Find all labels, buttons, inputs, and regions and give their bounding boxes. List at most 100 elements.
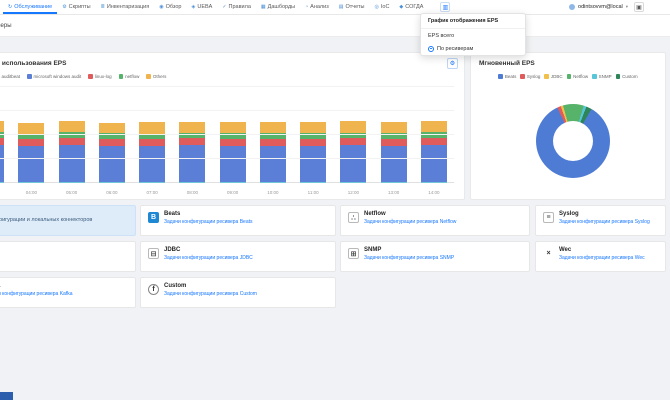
legend-swatch — [615, 74, 621, 79]
legend-item[interactable]: microsoft windows audit — [27, 74, 81, 79]
nav-item-label: Скрипты — [68, 4, 91, 10]
receiver-config-link[interactable]: Задачи конфигурации ресивера JDBC — [164, 255, 329, 261]
bar-segment — [98, 122, 125, 134]
nav-item-inventory[interactable]: ≣ Инвентаризация — [96, 0, 155, 14]
legend-swatch — [146, 74, 151, 79]
legend-swatch — [592, 74, 597, 79]
x-tick-label: 03:00 — [0, 190, 11, 195]
receiver-config-link[interactable]: Задачи конфигурации ресивера Netflow — [364, 219, 523, 225]
legend-item[interactable]: Beats — [498, 74, 516, 79]
legend-item[interactable]: Others — [146, 74, 166, 79]
nav-item-analysis[interactable]: ◔ Анализ — [300, 0, 334, 14]
legend-label: Beats — [504, 74, 517, 79]
nav-item-label: UEBA — [197, 4, 213, 10]
stacked-bars — [0, 89, 454, 183]
page-tab-bar: Ресиверы — [0, 15, 670, 37]
bar-segment — [0, 145, 5, 183]
nav-item-ioc[interactable]: ◎ IoC — [369, 0, 394, 14]
legend-item[interactable]: Custom — [615, 74, 638, 79]
bar-segment — [58, 121, 85, 133]
gridline — [0, 158, 454, 159]
receiver-config-link[interactable]: Задачи конфигурации ресивера Syslog — [559, 219, 659, 225]
receiver-card-custom: f Custom Задачи конфигурации ресивера Cust… — [140, 277, 336, 308]
stacked-bar — [98, 122, 125, 183]
dropdown-title: График отображения EPS — [421, 14, 525, 29]
legend-item[interactable]: SNMP — [592, 74, 612, 79]
legend-label: Others — [152, 74, 167, 79]
legend-label: netflow — [125, 74, 140, 79]
x-tick-label: 12:00 — [347, 190, 359, 195]
stacked-bar — [18, 122, 45, 183]
nav-item-scripts[interactable]: ⚙ Скрипты — [57, 0, 95, 14]
bar-segment — [18, 122, 45, 134]
nav-item-rules[interactable]: ✓ Правила — [217, 0, 256, 14]
receiver-card-local-connectors[interactable]: Задачи конфигурации и локальных коннекто… — [0, 205, 136, 236]
dropdown-option-eps-by-receivers[interactable]: По ресиверам — [421, 42, 525, 55]
receiver-card-title: SNMP — [364, 247, 382, 253]
bar-segment — [219, 145, 246, 183]
nav-item-dashboards[interactable]: ▦ Дашборды — [256, 0, 300, 14]
legend-label: Syslog — [526, 74, 541, 79]
top-nav-items: ↻ Обслуживание ⚙ Скрипты ≣ Инвентаризация ◉ Обз… — [3, 0, 428, 14]
user-menu[interactable]: odintsovvm@local ▾ — [569, 0, 628, 14]
legend-label: SNMP — [598, 74, 612, 79]
app-panel-icon[interactable]: ▣ — [634, 2, 644, 12]
user-avatar-icon — [569, 4, 576, 10]
nav-item-label: Анализ — [310, 4, 329, 10]
legend-item[interactable]: elastic auditbeat — [0, 74, 20, 79]
receiver-config-link[interactable]: Задачи конфигурации ресивера SNMP — [364, 255, 523, 261]
stacked-bar — [179, 121, 206, 183]
chart-settings-gear-icon[interactable]: ⚙ — [447, 58, 458, 69]
receiver-config-link[interactable]: Задачи конфигурации ресивера Custom — [164, 291, 329, 297]
receiver-card-cut-left — [0, 241, 136, 272]
legend-item[interactable]: netflow — [118, 74, 140, 79]
receiver-config-link[interactable]: Задачи конфигурации ресивера Kafka — [0, 291, 129, 297]
bar-segment — [259, 145, 286, 183]
dropdown-option-eps-total[interactable]: EPS всего — [421, 29, 525, 42]
bar-slot — [293, 89, 333, 183]
bar-segment — [380, 122, 407, 134]
receiver-card-title: Kafka — [0, 283, 129, 289]
eps-donut-chart — [536, 104, 610, 178]
bar-segment — [18, 146, 45, 183]
nav-item-overview[interactable]: ◉ Обзор — [154, 0, 186, 14]
receiver-config-link[interactable]: Задачи конфигурации ресивера Beats — [164, 219, 329, 225]
instant-eps-chart-card: Мгновенный EPS Beats Syslog JDBC Netflow SNM… — [470, 52, 666, 200]
receiver-card-snmp: ⊞ SNMP Задачи конфигурации ресивера SNMP — [340, 241, 530, 272]
x-tick-label: 08:00 — [186, 190, 198, 195]
nav-item-label: Отчеты — [345, 4, 365, 10]
custom-icon: f — [148, 284, 159, 295]
nav-item-maintenance[interactable]: ↻ Обслуживание — [3, 0, 57, 14]
bar-segment — [18, 139, 45, 147]
receiver-config-link[interactable]: Задачи конфигурации ресивера Wec — [559, 255, 659, 261]
bar-segment — [98, 138, 125, 146]
receiver-card-wec: × Wec Задачи конфигурации ресивера Wec — [535, 241, 666, 272]
receiver-card-title: Custom — [164, 283, 187, 289]
bar-segment — [0, 121, 5, 133]
receiver-card-title: Netflow — [364, 211, 386, 217]
nav-item-reports[interactable]: ▤ Отчеты — [334, 0, 370, 14]
bar-segment — [259, 138, 286, 146]
beats-icon: B — [148, 212, 159, 223]
legend-label: Custom — [622, 74, 638, 79]
legend-item[interactable]: JDBC — [544, 74, 563, 79]
bar-segment — [380, 182, 407, 183]
gridline — [0, 134, 454, 135]
jdbc-icon: ⊟ — [148, 248, 159, 259]
receiver-card-beats: B Beats Задачи конфигурации ресивера Beats — [140, 205, 336, 236]
nav-item-ueba[interactable]: ◈ UEBA — [187, 0, 218, 14]
receiver-card-netflow: ∴ Netflow Задачи конфигурации ресивера Net… — [340, 205, 530, 236]
eps-usage-chart-card: История использования EPS ⚙ elastic audi… — [0, 52, 465, 200]
legend-item[interactable]: linux-log — [88, 74, 112, 79]
nav-item-sogda[interactable]: ◆ СОГДА — [394, 0, 428, 14]
rules-icon: ✓ — [222, 4, 227, 10]
eps-display-settings-icon[interactable]: ▥ — [440, 2, 451, 12]
stacked-bar — [420, 121, 447, 183]
top-nav: ↻ Обслуживание ⚙ Скрипты ≣ Инвентаризация ◉ Обз… — [0, 0, 670, 15]
legend-item[interactable]: Syslog — [520, 74, 540, 79]
ueba-icon: ◈ — [191, 4, 196, 10]
tab-receivers[interactable]: Ресиверы — [0, 23, 12, 29]
bar-slot — [132, 89, 172, 183]
legend-item[interactable]: Netflow — [566, 74, 588, 79]
bar-segment — [98, 145, 125, 183]
